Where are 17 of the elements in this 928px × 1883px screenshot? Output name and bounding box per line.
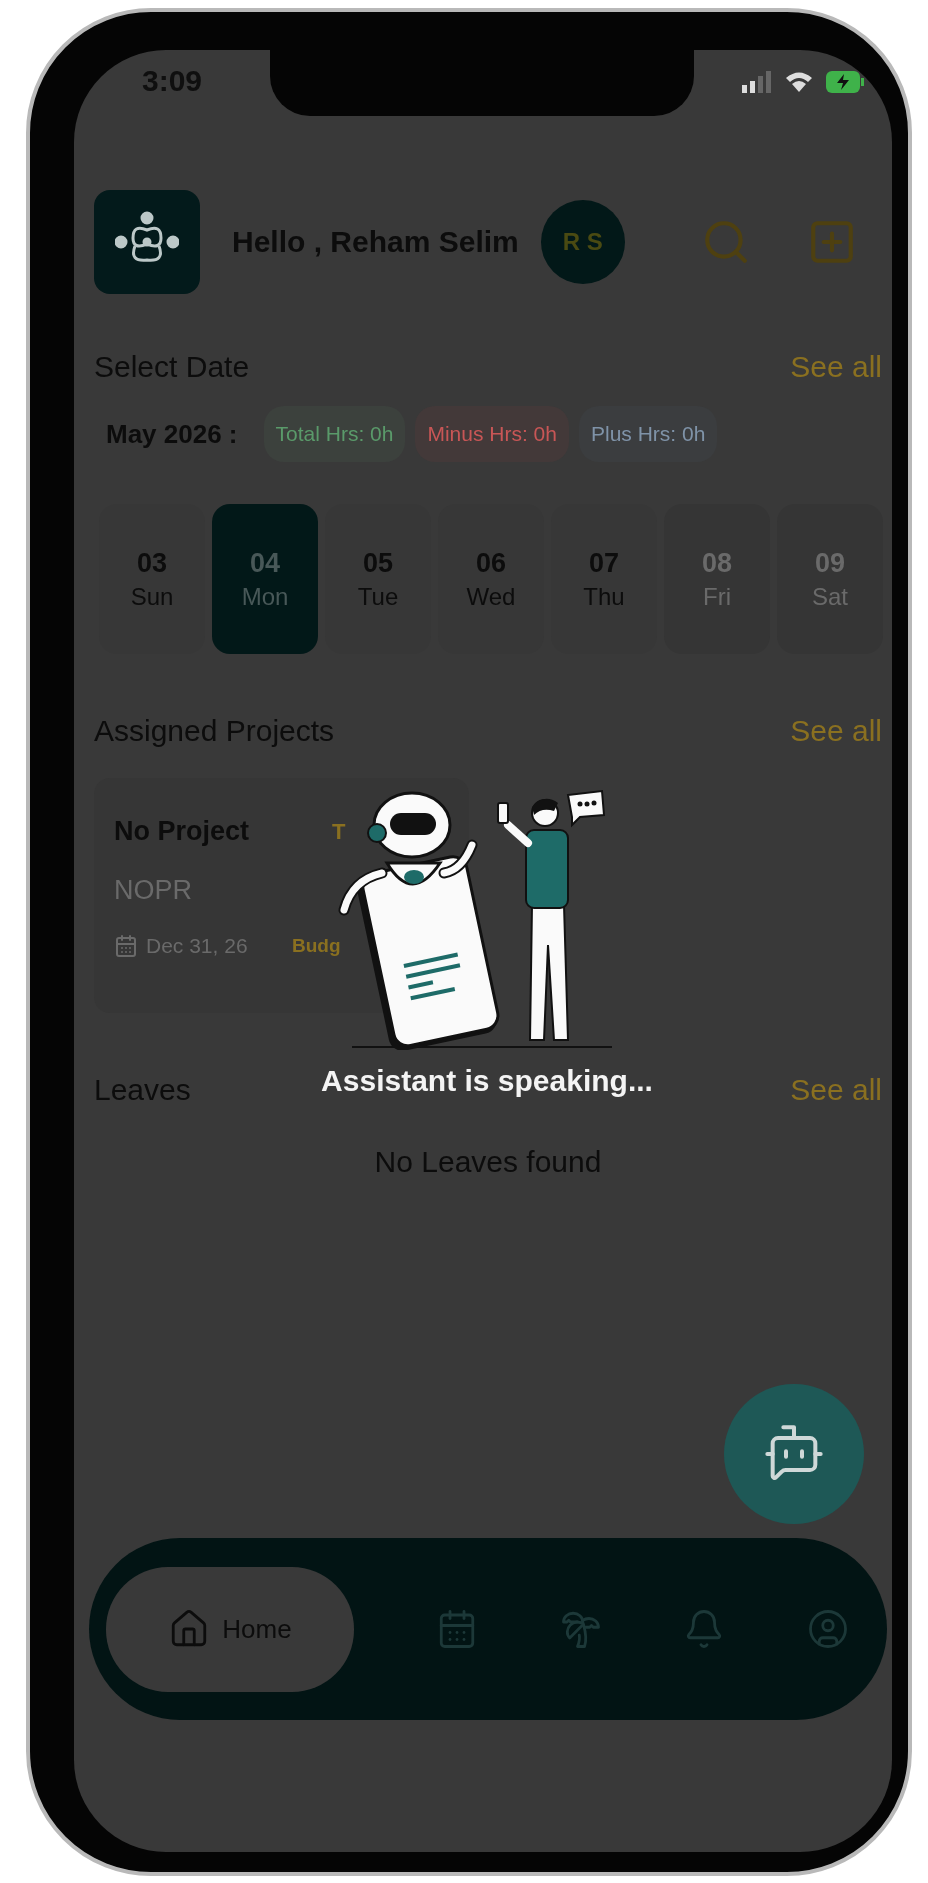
signal-icon (742, 71, 772, 93)
day-card[interactable]: 04 Mon (212, 504, 318, 654)
calendar-icon (114, 934, 138, 958)
profile-icon (807, 1608, 849, 1650)
project-budget: Budg (292, 935, 341, 957)
hours-chip: Minus Hrs: 0h (415, 406, 569, 462)
hours-chip: Plus Hrs: 0h (578, 406, 718, 462)
project-tag: T (332, 818, 346, 845)
wifi-icon (784, 70, 814, 94)
avatar[interactable]: R S (540, 200, 625, 284)
hours-chip: Total Hrs: 0h (263, 406, 406, 462)
assistant-status: Assistant is speaking... (321, 1064, 653, 1098)
nav-tab[interactable] (807, 1608, 849, 1650)
battery-icon (826, 71, 864, 93)
see-all-link[interactable]: See all (790, 1073, 882, 1107)
see-all-link[interactable]: See all (790, 350, 882, 384)
see-all-link[interactable]: See all (790, 714, 882, 748)
